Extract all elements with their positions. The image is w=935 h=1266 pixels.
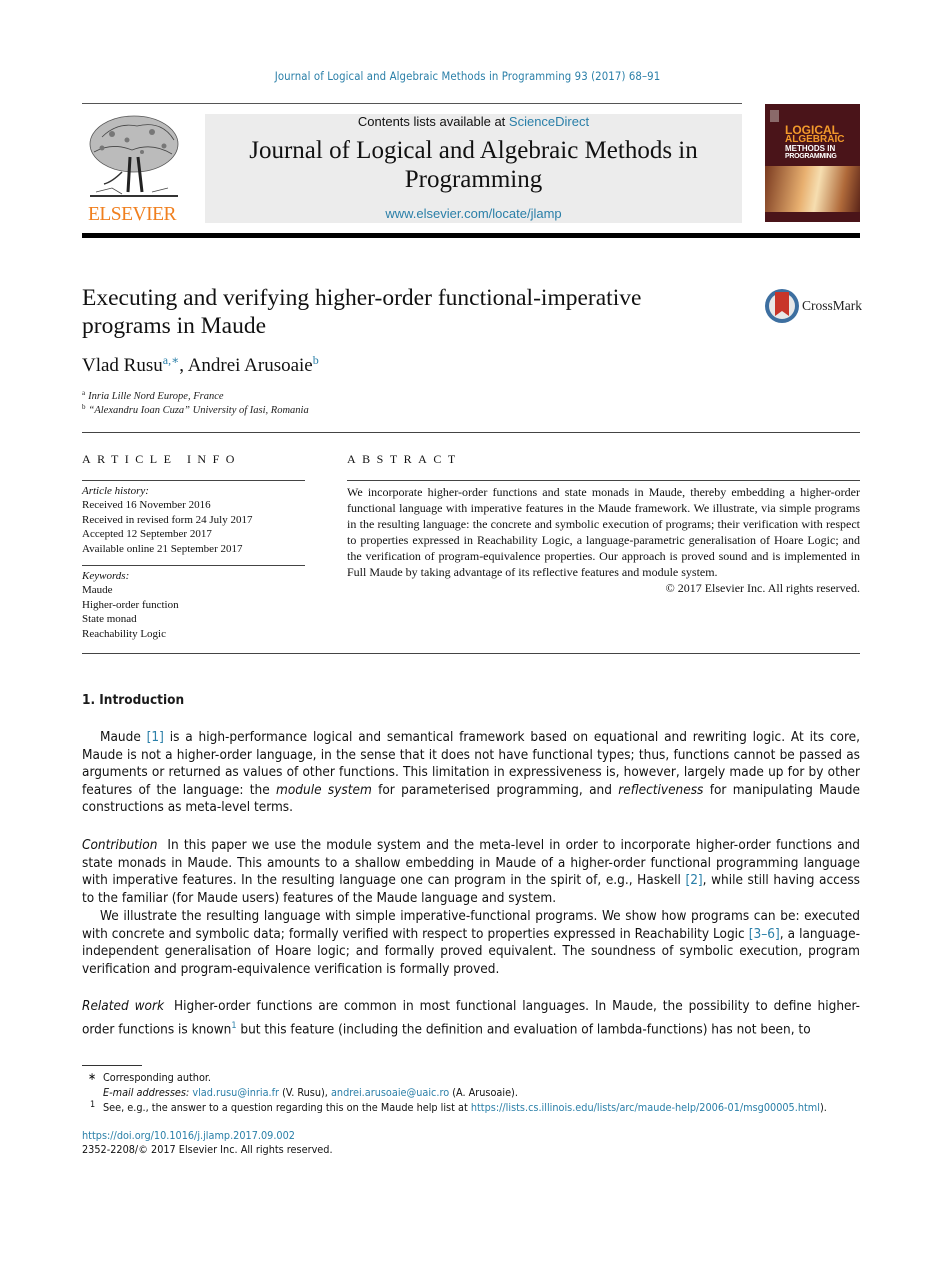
crossmark-icon — [765, 289, 799, 323]
runin-heading-related-work: Related work — [82, 998, 164, 1014]
abstract-text: We incorporate higher-order functions an… — [347, 485, 860, 579]
citation-link[interactable]: [3–6] — [749, 926, 780, 942]
crossmark-label: CrossMark — [802, 298, 862, 313]
keywords-rule — [82, 565, 305, 566]
tree-icon — [89, 115, 179, 197]
abstract-body: We incorporate higher-order functions an… — [347, 484, 860, 596]
journal-title-line2: Programming — [404, 166, 543, 193]
cover-title-4: PROGRAMMING — [785, 153, 837, 160]
issn-copyright: 2352-2208/© 2017 Elsevier Inc. All right… — [82, 1143, 333, 1156]
author-name: Andrei Arusoaie — [187, 355, 313, 376]
journal-cover-image[interactable]: LOGICAL ALGEBRAIC METHODS IN PROGRAMMING — [765, 104, 860, 222]
related-work-paragraph: Related work Higher-order functions are c… — [82, 998, 860, 1039]
author-list: Vlad Rusua,∗, Andrei Arusoaieb — [82, 353, 319, 376]
keyword: Higher-order function — [82, 598, 179, 611]
contents-line: Contents lists available at ScienceDirec… — [205, 114, 742, 129]
journal-masthead: Contents lists available at ScienceDirec… — [205, 114, 742, 223]
history-item: Accepted 12 September 2017 — [82, 528, 212, 541]
cover-artwork — [765, 166, 860, 212]
article-info-rule — [82, 480, 305, 481]
contribution-paragraph: Contribution In this paper we use the mod… — [82, 837, 860, 907]
citation-link[interactable]: [2] — [685, 872, 702, 888]
text: (V. Rusu), — [279, 1086, 331, 1099]
email-label: E-mail addresses: — [103, 1086, 190, 1099]
text: Maude — [100, 729, 147, 745]
intro-paragraph-1: Maude [1] is a high-performance logical … — [82, 729, 860, 817]
intro-paragraph-3: We illustrate the resulting language wit… — [82, 908, 860, 978]
history-label: Article history: — [82, 485, 149, 497]
cover-title-3: METHODS IN — [785, 144, 836, 153]
journal-url[interactable]: www.elsevier.com/locate/jlamp — [205, 206, 742, 221]
footnote-emails: E-mail addresses: vlad.rusu@inria.fr (V.… — [103, 1085, 518, 1100]
masthead-rule — [82, 233, 860, 238]
affiliation: b “Alexandru Ioan Cuza” University of Ias… — [82, 403, 309, 416]
history-item: Received in revised form 24 July 2017 — [82, 513, 253, 526]
text: but this feature (including the definiti… — [236, 1021, 811, 1038]
history-item: Available online 21 September 2017 — [82, 542, 243, 555]
contents-prefix: Contents lists available at — [357, 114, 509, 129]
citation-link[interactable]: [1] — [147, 729, 164, 745]
cover-publisher-icon — [770, 110, 779, 122]
emphasis: reflectiveness — [618, 781, 704, 798]
elsevier-wordmark: ELSEVIER — [87, 204, 177, 225]
doi-link[interactable]: https://doi.org/10.1016/j.jlamp.2017.09.… — [82, 1129, 295, 1142]
footnote-star-mark: ∗ — [88, 1070, 97, 1083]
text: We illustrate the resulting language wit… — [82, 908, 860, 942]
text: (A. Arusoaie). — [449, 1086, 518, 1099]
emphasis: module system — [276, 781, 372, 798]
email-link[interactable]: andrei.arusoaie@uaic.ro — [331, 1086, 449, 1099]
text: See, e.g., the answer to a question rega… — [103, 1101, 471, 1114]
journal-title: Journal of Logical and Algebraic Methods… — [205, 136, 742, 194]
keyword: Reachability Logic — [82, 627, 166, 640]
header-rule — [82, 103, 742, 104]
keyword: State monad — [82, 613, 137, 626]
affiliation-mark: a — [82, 389, 86, 397]
journal-url-link[interactable]: www.elsevier.com/locate/jlamp — [385, 206, 561, 221]
author-affiliation-mark[interactable]: a,∗ — [163, 353, 179, 367]
crossmark-button[interactable]: CrossMark — [764, 288, 864, 324]
history-item: Received 16 November 2016 — [82, 499, 211, 512]
doi-line: https://doi.org/10.1016/j.jlamp.2017.09.… — [82, 1128, 295, 1143]
footnote-corresponding: Corresponding author. — [103, 1071, 211, 1084]
footnote-rule — [82, 1065, 142, 1066]
info-top-rule — [82, 432, 860, 433]
abstract-copyright: © 2017 Elsevier Inc. All rights reserved… — [665, 581, 860, 595]
affiliation-text: “Alexandru Ioan Cuza” University of Iasi… — [88, 405, 309, 416]
affiliation-text: Inria Lille Nord Europe, France — [88, 391, 224, 402]
author-affiliation-mark[interactable]: b — [313, 353, 319, 367]
author-name: Vlad Rusu — [82, 355, 163, 376]
journal-title-line1: Journal of Logical and Algebraic Methods… — [249, 137, 698, 164]
elsevier-logo[interactable]: ELSEVIER — [82, 112, 182, 226]
abstract-bottom-rule — [82, 653, 860, 654]
article-history: Article history: Received 16 November 20… — [82, 484, 312, 556]
sciencedirect-link[interactable]: ScienceDirect — [509, 114, 589, 129]
keywords: Keywords: Maude Higher-order function St… — [82, 569, 312, 641]
running-head[interactable]: Journal of Logical and Algebraic Methods… — [0, 70, 935, 83]
footnote-1: See, e.g., the answer to a question rega… — [103, 1100, 827, 1115]
footnote-1-mark: 1 — [90, 1100, 96, 1110]
abstract-rule — [347, 480, 860, 481]
keywords-label: Keywords: — [82, 570, 130, 582]
article-title-line2: programs in Maude — [82, 313, 267, 339]
text: for parameterised programming, and — [371, 781, 619, 798]
footnote-url-link[interactable]: https://lists.cs.illinois.edu/lists/arc/… — [471, 1101, 820, 1114]
article-title-line1: Executing and verifying higher-order fun… — [82, 285, 642, 311]
article-info-heading: ARTICLE INFO — [82, 452, 241, 466]
affiliation-mark: b — [82, 403, 86, 411]
affiliation: a Inria Lille Nord Europe, France — [82, 389, 224, 402]
text: ). — [819, 1101, 827, 1114]
keyword: Maude — [82, 584, 113, 597]
abstract-heading: ABSTRACT — [347, 452, 462, 466]
runin-heading-contribution: Contribution — [82, 837, 158, 853]
section-heading-introduction: 1. Introduction — [82, 692, 185, 708]
email-link[interactable]: vlad.rusu@inria.fr — [192, 1086, 279, 1099]
article-title: Executing and verifying higher-order fun… — [82, 284, 742, 340]
